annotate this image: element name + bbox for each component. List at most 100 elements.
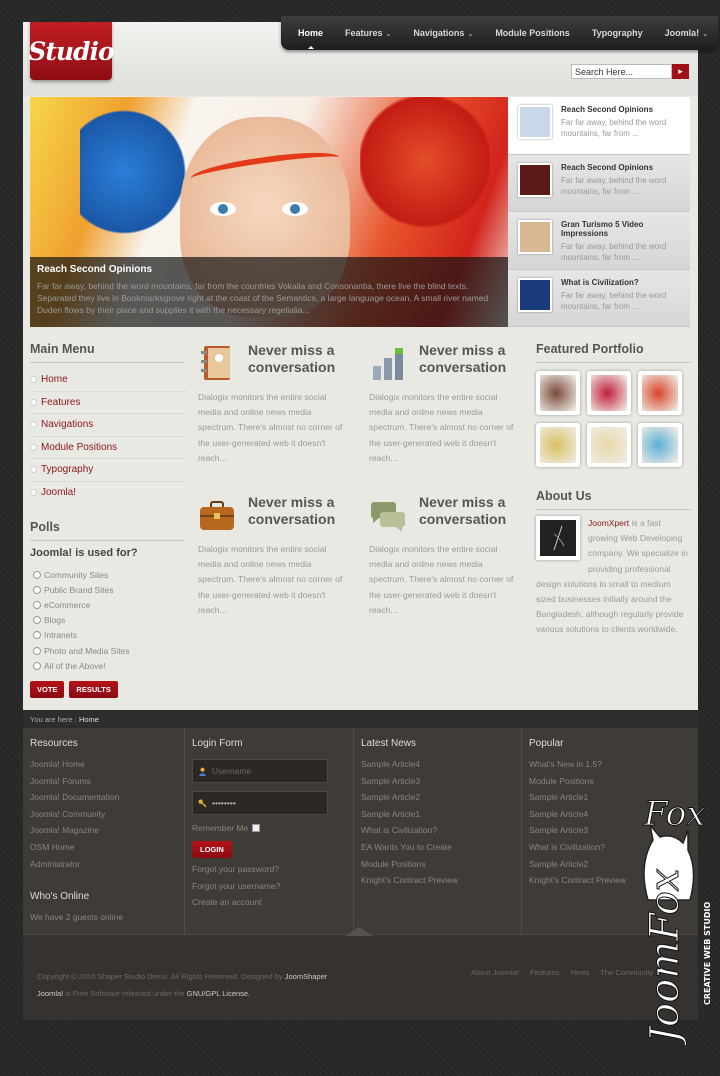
logo-text: Studio [28, 36, 114, 66]
about-title: About Us [536, 489, 691, 510]
portfolio-raspberries[interactable] [587, 371, 631, 415]
feature-text: Dialogix monitors the entire social medi… [198, 544, 343, 615]
resources-link[interactable]: Administrator [30, 859, 177, 876]
portfolio-dessert[interactable] [587, 423, 631, 467]
feature-text: Dialogix monitors the entire social medi… [369, 544, 514, 615]
back-to-top-icon[interactable] [345, 927, 373, 936]
popular-title: Popular [529, 738, 564, 749]
portfolio-beach[interactable] [638, 423, 682, 467]
portfolio-pears[interactable] [536, 423, 580, 467]
nav-item-joomla[interactable]: Joomla! ⌄ [654, 28, 719, 38]
poll-radio[interactable] [33, 631, 41, 640]
hero-eye [210, 202, 236, 216]
footer-resources: Resources Joomla! Home Joomla! Forums Joom… [23, 728, 184, 934]
login-help-link[interactable]: Create an account [192, 897, 346, 914]
poll-option[interactable]: All of the Above! [30, 658, 185, 673]
poll-option[interactable]: Public Brand Sites [30, 582, 185, 597]
latest-news-link[interactable]: Sample Article3 [361, 776, 514, 793]
slide-thumb[interactable]: Reach Second Opinions Far far away, behin… [508, 97, 690, 155]
nav-item-navigations[interactable]: Navigations ⌄ [402, 28, 484, 38]
menu-item-home[interactable]: Home [30, 369, 185, 392]
footer: Resources Joomla! Home Joomla! Forums Joom… [23, 728, 698, 934]
password-field[interactable]: •••••••• [192, 791, 328, 815]
login-button[interactable]: LOGIN [192, 841, 232, 858]
user-icon [198, 767, 207, 776]
poll-option[interactable]: Intranets [30, 628, 185, 643]
page: Studio Home Features ⌄ Navigations ⌄ Module P… [23, 16, 718, 1020]
feature-title[interactable]: Never miss a conversation [419, 494, 519, 528]
poll-option[interactable]: Community Sites [30, 567, 185, 582]
logo[interactable]: Studio [28, 22, 115, 80]
joomla-link[interactable]: Joomla! [37, 989, 63, 998]
slide-thumb-image [518, 220, 552, 254]
menu-item-features[interactable]: Features [30, 392, 185, 414]
menu-item-joomla[interactable]: Joomla! [30, 482, 185, 505]
slide-thumb-title: What is Civilization? [561, 277, 639, 287]
nav-item-typography[interactable]: Typography [581, 28, 654, 38]
slide-caption-title[interactable]: Reach Second Opinions [37, 264, 501, 275]
popular-link[interactable]: What's New in 1.5? [529, 759, 691, 776]
latest-news-link[interactable]: Knight's Contract Preview [361, 875, 514, 892]
nav-label: Typography [591, 28, 643, 38]
latest-news-link[interactable]: What is Civilization? [361, 825, 514, 842]
chevron-down-icon: ⌄ [385, 31, 392, 38]
latest-news-link[interactable]: Sample Article1 [361, 809, 514, 826]
feature-title[interactable]: Never miss a conversation [248, 494, 348, 528]
slide-thumb[interactable]: Gran Turismo 5 Video Impressions Far far … [508, 212, 690, 270]
feature-title[interactable]: Never miss a conversation [419, 342, 519, 376]
slide-thumb[interactable]: Reach Second Opinions Far far away, behin… [508, 154, 690, 212]
resources-link[interactable]: Joomla! Documentation [30, 792, 177, 809]
menu-item-navigations[interactable]: Navigations [30, 414, 185, 437]
popular-link[interactable]: Module Positions [529, 776, 691, 793]
poll-radio[interactable] [33, 600, 41, 609]
nav-item-features[interactable]: Features ⌄ [334, 28, 402, 38]
poll-option[interactable]: eCommerce [30, 597, 185, 612]
whos-online-title: Who's Online [30, 891, 90, 903]
portfolio-food[interactable] [536, 371, 580, 415]
poll-option[interactable]: Blogs [30, 613, 185, 628]
poll-radio[interactable] [33, 661, 41, 670]
poll-question: Joomla! is used for? [30, 547, 138, 559]
search-input[interactable] [571, 64, 672, 79]
breadcrumb-current[interactable]: Home [79, 715, 99, 724]
username-field[interactable]: Username [192, 759, 328, 783]
resources-link[interactable]: Joomla! Home [30, 759, 177, 776]
menu-item-typography[interactable]: Typography [30, 459, 185, 482]
poll-option[interactable]: Photo and Media Sites [30, 643, 185, 658]
poll-radio[interactable] [33, 646, 41, 655]
chevron-down-icon: ⌄ [702, 31, 709, 38]
about-brand-link[interactable]: JoomXpert [588, 518, 629, 528]
latest-news-link[interactable]: Module Positions [361, 859, 514, 876]
login-help-link[interactable]: Forgot your username? [192, 881, 346, 898]
vote-button[interactable]: VOTE [30, 681, 65, 699]
latest-news-link[interactable]: Sample Article4 [361, 759, 514, 776]
username-placeholder: Username [212, 766, 252, 776]
remember-checkbox[interactable] [252, 824, 261, 832]
joomshaper-link[interactable]: JoomShaper [285, 972, 328, 981]
portfolio-butterfly[interactable] [638, 371, 682, 415]
latest-news-link[interactable]: Sample Article2 [361, 792, 514, 809]
resources-link[interactable]: OSM Home [30, 842, 177, 859]
menu-item-module-positions[interactable]: Module Positions [30, 437, 185, 459]
search-button[interactable]: ▸ [672, 64, 689, 79]
latest-news-link[interactable]: EA Wants You to Create [361, 842, 514, 859]
resources-link[interactable]: Joomla! Magazine [30, 825, 177, 842]
feature-block: Never miss a conversation Dialogix monito… [369, 494, 519, 618]
bottom-link[interactable]: Features [530, 968, 560, 977]
gpl-link[interactable]: GNU/GPL License. [187, 989, 251, 998]
poll-radio[interactable] [33, 585, 41, 594]
login-help-link[interactable]: Forgot your password? [192, 864, 346, 881]
nav-item-home[interactable]: Home [287, 28, 334, 49]
feature-text: Dialogix monitors the entire social medi… [198, 392, 343, 463]
hero-image[interactable]: Reach Second Opinions Far far away, behi… [30, 97, 508, 327]
feature-title[interactable]: Never miss a conversation [248, 342, 348, 376]
bottom-link[interactable]: About Joomla! [471, 968, 519, 977]
resources-link[interactable]: Joomla! Forums [30, 776, 177, 793]
slide-thumb[interactable]: What is Civilization? Far far away, behin… [508, 269, 690, 327]
resources-link[interactable]: Joomla! Community [30, 809, 177, 826]
poll-radio[interactable] [33, 570, 41, 579]
bottom-link[interactable]: News [571, 968, 590, 977]
nav-item-module-positions[interactable]: Module Positions [484, 28, 581, 38]
poll-radio[interactable] [33, 616, 41, 625]
results-button[interactable]: RESULTS [69, 681, 118, 699]
